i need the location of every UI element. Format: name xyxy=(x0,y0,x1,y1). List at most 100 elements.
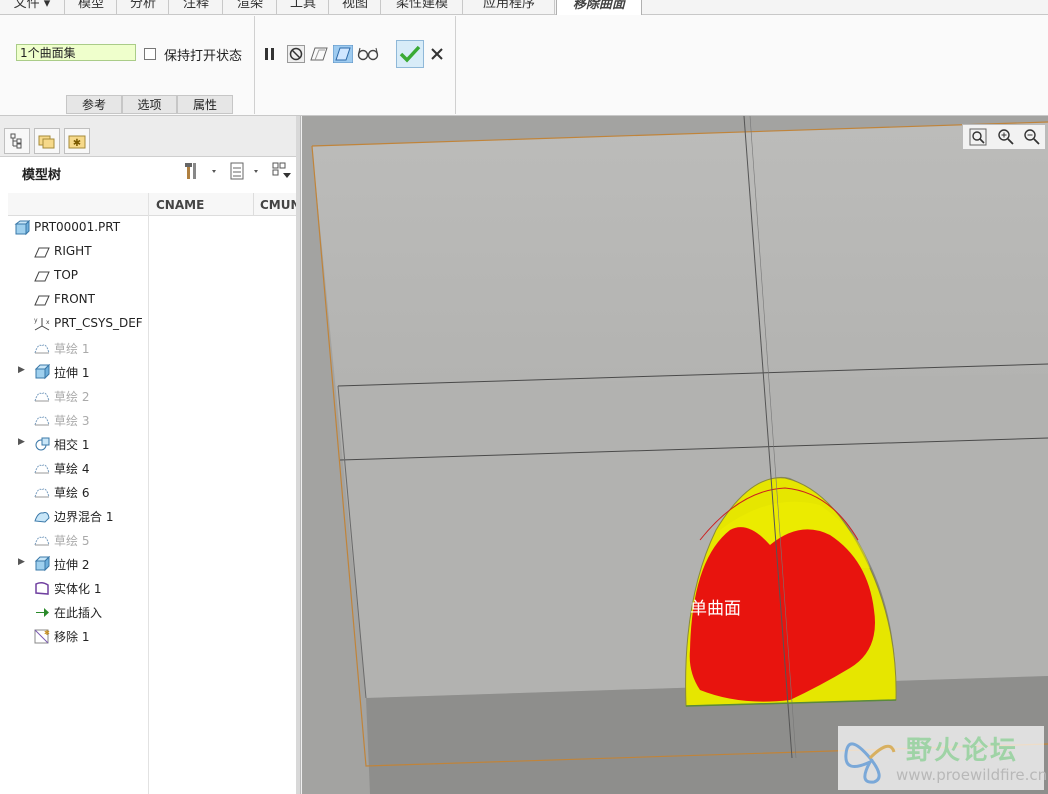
folder-layers-icon xyxy=(38,135,55,149)
zoom-out-icon xyxy=(1024,129,1040,145)
checkmark-icon xyxy=(399,45,421,63)
tab-properties[interactable]: 属性 xyxy=(177,95,233,114)
ribbon-divider xyxy=(455,16,456,114)
tree-item[interactable]: ✱ 移除 1 xyxy=(0,624,146,648)
tab-remove-surface[interactable]: 移除曲面 xyxy=(556,0,642,15)
tree-item-label: RIGHT xyxy=(54,244,92,258)
tree-item-label: 草绘 2 xyxy=(54,390,90,404)
tree-item[interactable]: 草绘 4 xyxy=(0,456,146,480)
graphics-viewport[interactable] xyxy=(302,116,1048,794)
tree-settings-button[interactable] xyxy=(182,161,222,181)
tree-item-label: 草绘 3 xyxy=(54,414,90,428)
cancel-button[interactable] xyxy=(428,44,446,64)
tree-item-label: PRT00001.PRT xyxy=(34,220,121,234)
column-divider xyxy=(253,193,254,215)
sketch-icon xyxy=(34,464,50,474)
boundary-blend-icon xyxy=(34,512,50,523)
tree-item[interactable]: RIGHT xyxy=(0,240,146,264)
zoom-out-button[interactable] xyxy=(1022,127,1042,147)
expand-arrow-icon[interactable]: ▶ xyxy=(18,365,25,375)
keep-open-checkbox[interactable] xyxy=(144,48,156,60)
tab-analysis[interactable]: 分析 xyxy=(118,0,169,14)
tab-file[interactable]: 文件 ▾ xyxy=(0,0,65,14)
sketch-icon xyxy=(34,344,50,354)
tab-applications[interactable]: 应用程序 xyxy=(464,0,555,14)
tree-item[interactable]: 在此插入 xyxy=(0,600,146,624)
csys-icon: yx xyxy=(34,317,50,331)
solidify-icon xyxy=(35,581,49,595)
tree-item[interactable]: 草绘 3 xyxy=(0,408,146,432)
svg-text:x: x xyxy=(46,319,50,326)
tree-item[interactable]: 实体化 1 xyxy=(0,576,146,600)
tree-item[interactable]: y x PRT_CSYS_DEF xyxy=(0,312,146,336)
surface-collector-field[interactable]: 1个曲面集 xyxy=(16,44,136,61)
tab-layers[interactable] xyxy=(34,128,60,154)
svg-text:y: y xyxy=(34,317,38,324)
tree-item-label: 相交 1 xyxy=(54,438,90,452)
refit-button[interactable] xyxy=(968,127,988,147)
tab-render[interactable]: 渲染 xyxy=(224,0,277,14)
sketch-icon xyxy=(34,488,50,498)
tab-model[interactable]: 模型 xyxy=(66,0,117,14)
tree-item-label: 草绘 6 xyxy=(54,486,90,500)
tab-favorites[interactable]: ✱ xyxy=(64,128,90,154)
tree-item[interactable]: 草绘 1 xyxy=(0,336,146,360)
tree-item[interactable]: TOP xyxy=(0,264,146,288)
filter-tree-button[interactable] xyxy=(270,161,296,181)
panel-sash[interactable] xyxy=(296,116,300,794)
tree-item[interactable]: ▶ 拉伸 2 xyxy=(0,552,146,576)
insert-here-icon xyxy=(36,608,49,617)
settings-tools-icon xyxy=(185,163,216,179)
zoom-in-button[interactable] xyxy=(996,127,1016,147)
pause-button[interactable] xyxy=(262,44,278,64)
surface-label: 单曲面 xyxy=(690,599,741,619)
column-cname[interactable]: CNAME xyxy=(156,198,204,212)
tab-flexible-modeling[interactable]: 柔性建模 xyxy=(382,0,463,14)
tree-item-label: FRONT xyxy=(54,292,95,306)
tree-item-label: 移除 1 xyxy=(54,630,90,644)
tree-item[interactable]: PRT00001.PRT xyxy=(0,216,146,240)
tree-item-label: 草绘 1 xyxy=(54,342,90,356)
keep-open-label: 保持打开状态 xyxy=(164,49,243,64)
tree-item[interactable]: 草绘 2 xyxy=(0,384,146,408)
tree-item-label: 拉伸 2 xyxy=(54,558,90,572)
sketch-icon xyxy=(34,416,50,426)
glasses-preview-button[interactable] xyxy=(356,44,380,64)
intersect-icon xyxy=(35,437,50,451)
tree-item[interactable]: 边界混合 1 xyxy=(0,504,146,528)
zoom-in-icon xyxy=(998,129,1014,145)
tree-item-label: 草绘 5 xyxy=(54,534,90,548)
tree-item[interactable]: ▶ 相交 1 xyxy=(0,432,146,456)
expand-arrow-icon[interactable]: ▶ xyxy=(18,557,25,567)
model-tree-title: 模型树 xyxy=(22,168,62,183)
tree-item-label: 边界混合 1 xyxy=(54,510,114,524)
tree-item[interactable]: 草绘 5 xyxy=(0,528,146,552)
tab-options[interactable]: 选项 xyxy=(122,95,177,114)
separate-preview-button[interactable] xyxy=(308,44,330,64)
list-icon xyxy=(230,162,258,180)
watermark-url: www.proewildfire.cn xyxy=(896,766,1048,784)
filter-icon xyxy=(272,162,291,178)
tab-model-tree[interactable] xyxy=(4,128,30,154)
verify-preview-icon xyxy=(333,45,353,63)
ribbon-divider xyxy=(254,16,255,114)
tree-item-label: 在此插入 xyxy=(54,606,103,620)
verify-preview-button[interactable] xyxy=(332,44,354,64)
tab-references[interactable]: 参考 xyxy=(66,95,122,114)
show-columns-button[interactable] xyxy=(226,161,266,181)
watermark-text: 野火论坛 xyxy=(906,736,1019,766)
ok-button[interactable] xyxy=(396,40,424,68)
tree-item[interactable]: ▶ 拉伸 1 xyxy=(0,360,146,384)
glasses-icon xyxy=(357,47,379,61)
column-cmun[interactable]: CMUN xyxy=(260,198,296,212)
no-preview-button[interactable] xyxy=(286,44,306,64)
tab-tools[interactable]: 工具 xyxy=(278,0,329,14)
tab-view[interactable]: 视图 xyxy=(330,0,381,14)
datum-plane-icon xyxy=(34,247,50,258)
tree-item[interactable]: 草绘 6 xyxy=(0,480,146,504)
close-icon xyxy=(431,48,443,60)
tree-item[interactable]: FRONT xyxy=(0,288,146,312)
expand-arrow-icon[interactable]: ▶ xyxy=(18,437,25,447)
tab-annotate[interactable]: 注释 xyxy=(170,0,223,14)
pause-icon xyxy=(265,48,274,60)
